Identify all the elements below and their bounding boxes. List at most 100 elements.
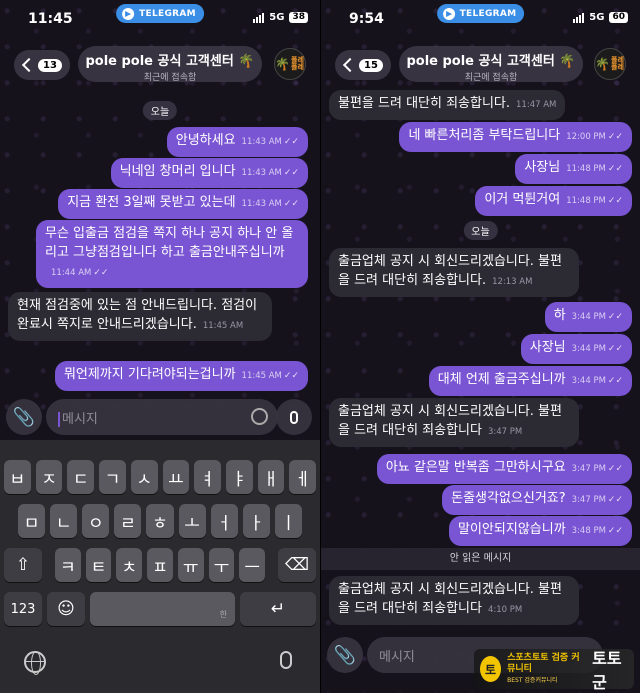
keyboard-row-4: 123 ☺ 한 ↵ — [0, 592, 320, 626]
unread-count-badge: 15 — [359, 58, 383, 72]
chevron-left-icon — [342, 57, 358, 73]
key[interactable]: ㅍ — [147, 548, 173, 582]
unread-messages-divider: 안 읽은 메시지 — [321, 548, 640, 570]
key[interactable]: ㅣ — [274, 504, 302, 538]
avatar[interactable]: 🌴 폴레폴레 — [274, 48, 306, 80]
key[interactable]: ㅡ — [239, 548, 266, 582]
attach-button[interactable]: 📎 — [327, 637, 363, 673]
key[interactable]: ㅎ — [146, 504, 174, 538]
space-key[interactable]: 한 — [90, 592, 235, 626]
message-bubble[interactable]: 불편을 드려 대단히 죄송합니다. 11:47 AM — [329, 90, 566, 120]
key[interactable]: ㅋ — [55, 548, 81, 582]
message-bubble[interactable]: 사장님 3:44 PM ✓✓ — [520, 334, 632, 364]
key[interactable]: ㅗ — [178, 504, 206, 538]
double-check-icon: ✓✓ — [283, 168, 299, 178]
message-bubble[interactable]: 아뇨 같은말 반복좀 그만하시구요 3:47 PM ✓✓ — [376, 454, 632, 484]
telegram-pill[interactable]: TELEGRAM — [436, 4, 525, 23]
message-bubble[interactable]: 닉네임 창머리 입니다 11:43 AM ✓✓ — [110, 158, 308, 188]
key[interactable]: ㅐ — [257, 460, 285, 494]
key[interactable]: ㄷ — [67, 460, 95, 494]
signal-icon — [573, 12, 585, 23]
key[interactable]: ㅊ — [116, 548, 143, 582]
avatar[interactable]: 🌴 폴레폴레 — [594, 48, 626, 80]
key[interactable]: ㅓ — [210, 504, 238, 538]
key[interactable]: ㅑ — [225, 460, 253, 494]
chat-title-pill[interactable]: pole pole 공식 고객센터 🌴 최근에 접속함 — [78, 46, 262, 83]
status-time: 11:45 — [28, 11, 73, 27]
message-bubble[interactable]: 하 3:44 PM ✓✓ — [544, 302, 632, 332]
network-label: 5G — [589, 12, 605, 23]
date-separator: 오늘 — [142, 101, 178, 120]
avatar-label: 폴레폴레 — [291, 56, 304, 71]
chat-title: pole pole 공식 고객센터 🌴 — [85, 54, 255, 69]
key[interactable]: ㅅ — [130, 460, 158, 494]
message-bubble[interactable]: 네 빠른처리좀 부탁드립니다 12:00 PM ✓✓ — [399, 122, 632, 152]
message-time: 3:44 PM — [571, 344, 606, 354]
dictation-mic-icon[interactable] — [280, 651, 292, 669]
double-check-icon: ✓✓ — [607, 376, 623, 386]
message-text: 말이안되지않습니까 — [458, 522, 566, 537]
key[interactable]: ㅂ — [4, 460, 31, 494]
message-text: 무슨 입출금 점검을 쪽지 하나 공지 하나 안 올리고 그냥점검입니다 하고 … — [45, 226, 294, 260]
delete-key[interactable]: ⌫ — [278, 548, 317, 582]
key[interactable]: ㄱ — [99, 460, 126, 494]
left-screenshot: 11:45 TELEGRAM 5G 38 13 pole pole 공식 고객센… — [0, 0, 320, 693]
telegram-pill[interactable]: TELEGRAM — [116, 4, 204, 23]
key[interactable]: ㅌ — [85, 548, 112, 582]
message-bubble[interactable]: 대체 언제 출금주십니까 3:44 PM ✓✓ — [428, 366, 632, 396]
keyboard-row-1: ㅂ ㅈ ㄷ ㄱ ㅅ ㅛ ㅕ ㅑ ㅐ ㅔ — [0, 460, 320, 494]
key[interactable]: ㅕ — [194, 460, 221, 494]
key[interactable]: ㅜ — [208, 548, 235, 582]
key[interactable]: ㅛ — [162, 460, 190, 494]
sticker-icon[interactable] — [251, 408, 268, 425]
message-bubble[interactable]: 뭐언제까지 기다려야되는겁니까 11:45 AM ✓✓ — [54, 361, 308, 391]
message-time: 12:00 PM — [566, 132, 606, 142]
attach-button[interactable]: 📎 — [6, 399, 42, 435]
shift-key[interactable]: ⇧ — [4, 548, 42, 582]
return-key[interactable]: ↵ — [240, 592, 316, 626]
key[interactable]: ㅔ — [289, 460, 317, 494]
battery-icon: 60 — [609, 12, 628, 23]
message-bubble[interactable]: 출금업체 공지 시 회신드리겠습니다. 불편을 드려 대단히 죄송합니다 3:47… — [329, 398, 579, 447]
key[interactable]: ㅇ — [82, 504, 110, 538]
message-text: 네 빠른처리좀 부탁드립니다 — [408, 128, 561, 143]
message-bubble[interactable]: 출금업체 공지 시 회신드리겠습니다. 불편을 드려 대단히 죄송합니다. 12:… — [329, 248, 579, 297]
message-time: 3:47 PM — [487, 427, 523, 437]
status-bar: 9:54 TELEGRAM 5G 60 — [321, 0, 640, 34]
emoji-key[interactable]: ☺ — [47, 592, 85, 626]
message-bubble[interactable]: 무슨 입출금 점검을 쪽지 하나 공지 하나 안 올리고 그냥점검입니다 하고 … — [36, 220, 308, 288]
signal-icon — [253, 12, 265, 23]
globe-icon[interactable] — [24, 651, 46, 675]
telegram-icon — [442, 7, 455, 20]
double-check-icon: ✓✓ — [607, 464, 623, 474]
back-button[interactable]: 13 — [14, 50, 70, 80]
chat-title-pill[interactable]: pole pole 공식 고객센터 🌴 최근에 접속함 — [399, 46, 583, 83]
key[interactable]: ㅈ — [35, 460, 63, 494]
key[interactable]: ㅁ — [18, 504, 46, 538]
message-bubble[interactable]: 사장님 11:48 PM ✓✓ — [515, 154, 632, 184]
message-bubble[interactable]: 출금업체 공지 시 회신드리겠습니다. 불편을 드려 대단히 죄송합니다 4:10… — [329, 576, 579, 625]
message-bubble[interactable]: 지금 환전 3일째 못받고 있는데 11:43 AM ✓✓ — [58, 189, 308, 219]
message-bubble[interactable]: 돈줄생각없으신거죠? 3:47 PM ✓✓ — [442, 485, 632, 515]
message-bubble[interactable]: 이거 먹튄거여 11:48 PM ✓✓ — [475, 186, 632, 216]
message-input[interactable]: 메시지 — [46, 399, 278, 435]
microphone-icon — [290, 410, 298, 424]
message-bubble[interactable]: 말이안되지않습니까 3:48 PM ✓✓ — [449, 516, 632, 546]
back-button[interactable]: 15 — [335, 50, 391, 80]
message-text: 사장님 — [524, 160, 561, 175]
key[interactable]: ㅠ — [177, 548, 204, 582]
key[interactable]: ㅏ — [242, 504, 270, 538]
key[interactable]: ㄴ — [50, 504, 78, 538]
voice-button[interactable] — [276, 399, 312, 435]
numbers-key[interactable]: 123 — [4, 592, 42, 626]
message-bubble[interactable]: 안녕하세요 11:43 AM ✓✓ — [166, 127, 308, 157]
double-check-icon: ✓✓ — [283, 199, 299, 209]
message-bubble[interactable]: 현재 점검중에 있는 점 안내드립니다. 점검이 완료시 쪽지로 안내드리겠습니… — [8, 292, 272, 341]
chat-title: pole pole 공식 고객센터 🌴 — [406, 54, 576, 69]
message-time: 11:43 AM — [241, 199, 282, 209]
text-caret — [58, 412, 60, 427]
key[interactable]: ㄹ — [114, 504, 142, 538]
double-check-icon: ✓✓ — [607, 344, 623, 354]
message-time: 11:45 AM — [202, 321, 244, 331]
double-check-icon: ✓✓ — [607, 132, 623, 142]
